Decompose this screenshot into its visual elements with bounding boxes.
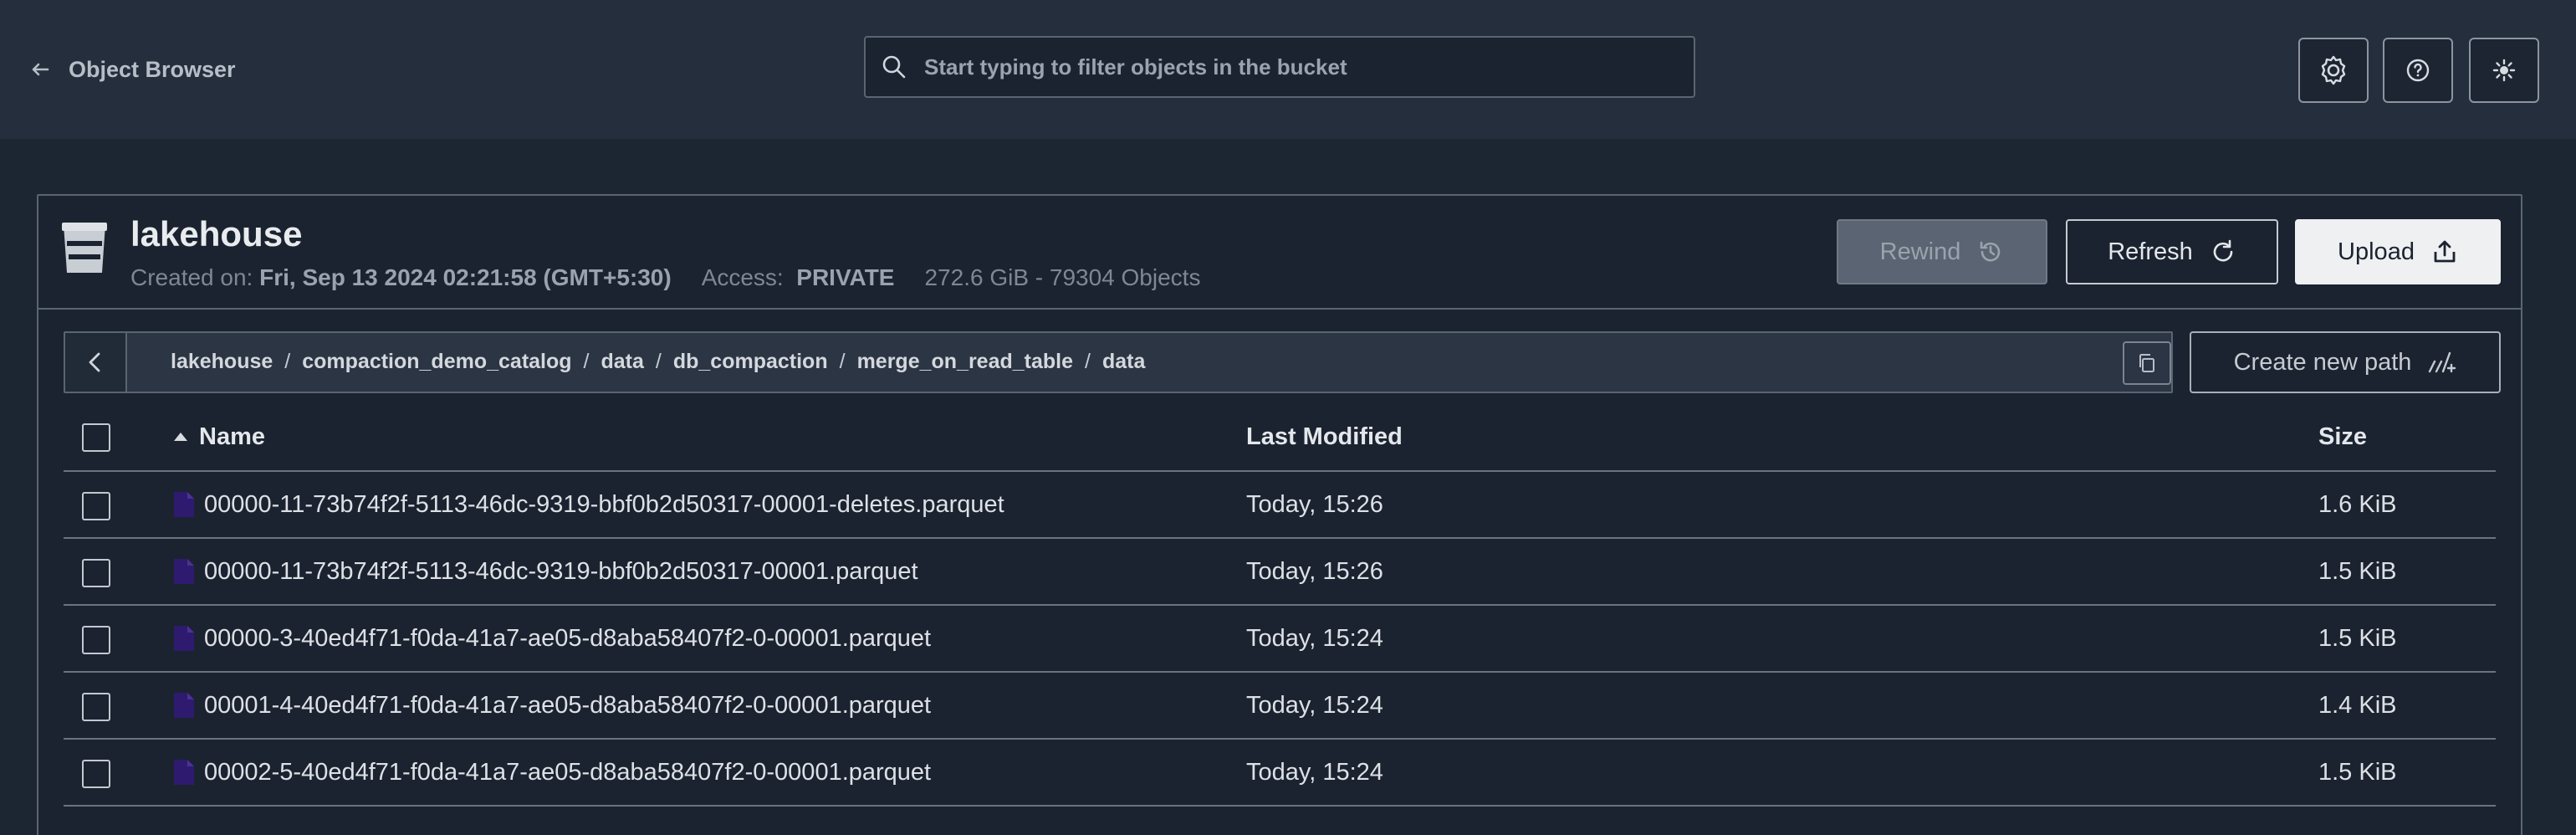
table-row[interactable]: 00001-4-40ed4f71-f0da-41a7-ae05-d8aba584… <box>64 673 2496 740</box>
row-checkbox[interactable] <box>82 492 110 520</box>
upload-label: Upload <box>2338 238 2415 265</box>
created-value: Fri, Sep 13 2024 02:21:58 (GMT+5:30) <box>259 264 672 290</box>
breadcrumb: lakehouse / compaction_demo_catalog / data… <box>171 350 1146 374</box>
size-cell: 1.5 KiB <box>2318 557 2397 585</box>
last-modified-column-header[interactable]: Last Modified <box>1246 403 1403 470</box>
name-header-label: Name <box>199 423 265 450</box>
breadcrumb-item[interactable]: lakehouse <box>171 350 273 374</box>
object-name: 00001-4-40ed4f71-f0da-41a7-ae05-d8aba584… <box>204 691 932 719</box>
create-path-label: Create new path <box>2233 348 2412 376</box>
settings-button[interactable] <box>2298 38 2369 103</box>
copy-path-button[interactable] <box>2123 341 2171 385</box>
modified-cell: Today, 15:26 <box>1246 557 1383 585</box>
new-path-icon <box>2429 351 2456 373</box>
size-cell: 1.5 KiB <box>2318 624 2397 652</box>
created-label: Created on: <box>130 264 253 290</box>
name-column-header[interactable]: Name <box>172 403 265 470</box>
modified-cell: Today, 15:24 <box>1246 624 1383 652</box>
table-row[interactable]: 00000-11-73b74f2f-5113-46dc-9319-bbf0b2d… <box>64 472 2496 539</box>
row-checkbox[interactable] <box>82 626 110 654</box>
object-name: 00000-11-73b74f2f-5113-46dc-9319-bbf0b2d… <box>204 557 918 585</box>
access-label: Access: <box>701 264 784 290</box>
rewind-label: Rewind <box>1879 238 1961 265</box>
sun-icon <box>2492 59 2516 82</box>
arrow-left-icon <box>32 63 49 76</box>
object-name: 00002-5-40ed4f71-f0da-41a7-ae05-d8aba584… <box>204 758 932 786</box>
create-new-path-button[interactable]: Create new path <box>2190 331 2501 393</box>
chevron-left-icon <box>89 352 100 372</box>
objects-table: Name Last Modified Size 00000-11-73b74f2… <box>64 403 2496 807</box>
row-checkbox[interactable] <box>82 559 110 587</box>
row-checkbox[interactable] <box>82 760 110 788</box>
table-row[interactable]: 00000-3-40ed4f71-f0da-41a7-ae05-d8aba584… <box>64 606 2496 673</box>
history-icon <box>1981 241 2001 262</box>
help-button[interactable] <box>2383 38 2453 103</box>
breadcrumb-item[interactable]: data <box>601 350 644 374</box>
file-icon <box>174 693 194 718</box>
bucket-panel: lakehouse Created on: Fri, Sep 13 2024 0… <box>37 194 2522 835</box>
breadcrumb-item[interactable]: data <box>1102 350 1145 374</box>
access-value: PRIVATE <box>796 264 895 290</box>
file-icon <box>174 760 194 785</box>
modified-header-label: Last Modified <box>1246 423 1403 450</box>
rewind-button[interactable]: Rewind <box>1837 219 2047 284</box>
breadcrumb-back-button[interactable] <box>65 333 127 392</box>
size-cell: 1.5 KiB <box>2318 758 2397 786</box>
theme-toggle-button[interactable] <box>2469 38 2539 103</box>
bucket-usage: 272.6 GiB - 79304 Objects <box>924 264 1201 290</box>
top-bar: Object Browser <box>0 0 2576 139</box>
search-input[interactable] <box>924 54 1694 80</box>
modified-cell: Today, 15:24 <box>1246 691 1383 719</box>
select-all-checkbox[interactable] <box>82 423 110 452</box>
refresh-label: Refresh <box>2108 238 2193 265</box>
modified-cell: Today, 15:24 <box>1246 758 1383 786</box>
object-name-cell[interactable]: 00001-4-40ed4f71-f0da-41a7-ae05-d8aba584… <box>172 673 931 738</box>
breadcrumb-item[interactable]: compaction_demo_catalog <box>302 350 571 374</box>
refresh-icon <box>2213 239 2233 262</box>
file-icon <box>174 626 194 651</box>
file-icon <box>174 492 194 517</box>
breadcrumb-item[interactable]: merge_on_read_table <box>857 350 1073 374</box>
object-name-cell[interactable]: 00002-5-40ed4f71-f0da-41a7-ae05-d8aba584… <box>172 740 931 805</box>
object-name-cell[interactable]: 00000-3-40ed4f71-f0da-41a7-ae05-d8aba584… <box>172 606 931 671</box>
table-row[interactable]: 00000-11-73b74f2f-5113-46dc-9319-bbf0b2d… <box>64 539 2496 606</box>
bucket-name: lakehouse <box>130 214 303 254</box>
size-header-label: Size <box>2318 423 2368 450</box>
search-box[interactable] <box>864 36 1695 98</box>
back-to-object-browser[interactable]: Object Browser <box>30 54 236 85</box>
object-name: 00000-3-40ed4f71-f0da-41a7-ae05-d8aba584… <box>204 624 932 652</box>
table-row[interactable]: 00002-5-40ed4f71-f0da-41a7-ae05-d8aba584… <box>64 740 2496 807</box>
refresh-button[interactable]: Refresh <box>2066 219 2278 284</box>
help-icon <box>2406 59 2430 82</box>
row-checkbox[interactable] <box>82 693 110 721</box>
settings-icon <box>2321 55 2346 85</box>
upload-icon <box>2434 240 2456 263</box>
size-cell: 1.6 KiB <box>2318 490 2397 518</box>
object-name: 00000-11-73b74f2f-5113-46dc-9319-bbf0b2d… <box>204 490 1004 518</box>
table-header-row: Name Last Modified Size <box>64 403 2496 472</box>
object-name-cell[interactable]: 00000-11-73b74f2f-5113-46dc-9319-bbf0b2d… <box>172 539 918 604</box>
back-label: Object Browser <box>69 56 236 82</box>
sort-ascending-icon <box>174 433 187 441</box>
file-icon <box>174 559 194 584</box>
object-name-cell[interactable]: 00000-11-73b74f2f-5113-46dc-9319-bbf0b2d… <box>172 472 1004 537</box>
bucket-header: lakehouse Created on: Fri, Sep 13 2024 0… <box>38 196 2521 310</box>
breadcrumb-bar: lakehouse / compaction_demo_catalog / data… <box>64 331 2173 393</box>
copy-icon <box>2139 354 2154 372</box>
bucket-icon <box>62 223 107 273</box>
modified-cell: Today, 15:26 <box>1246 490 1383 518</box>
size-column-header[interactable]: Size <box>2318 403 2367 470</box>
size-cell: 1.4 KiB <box>2318 691 2397 719</box>
breadcrumb-item[interactable]: db_compaction <box>673 350 828 374</box>
upload-button[interactable]: Upload <box>2295 219 2501 284</box>
search-icon <box>882 55 906 79</box>
bucket-meta: Created on: Fri, Sep 13 2024 02:21:58 (G… <box>130 264 1200 291</box>
